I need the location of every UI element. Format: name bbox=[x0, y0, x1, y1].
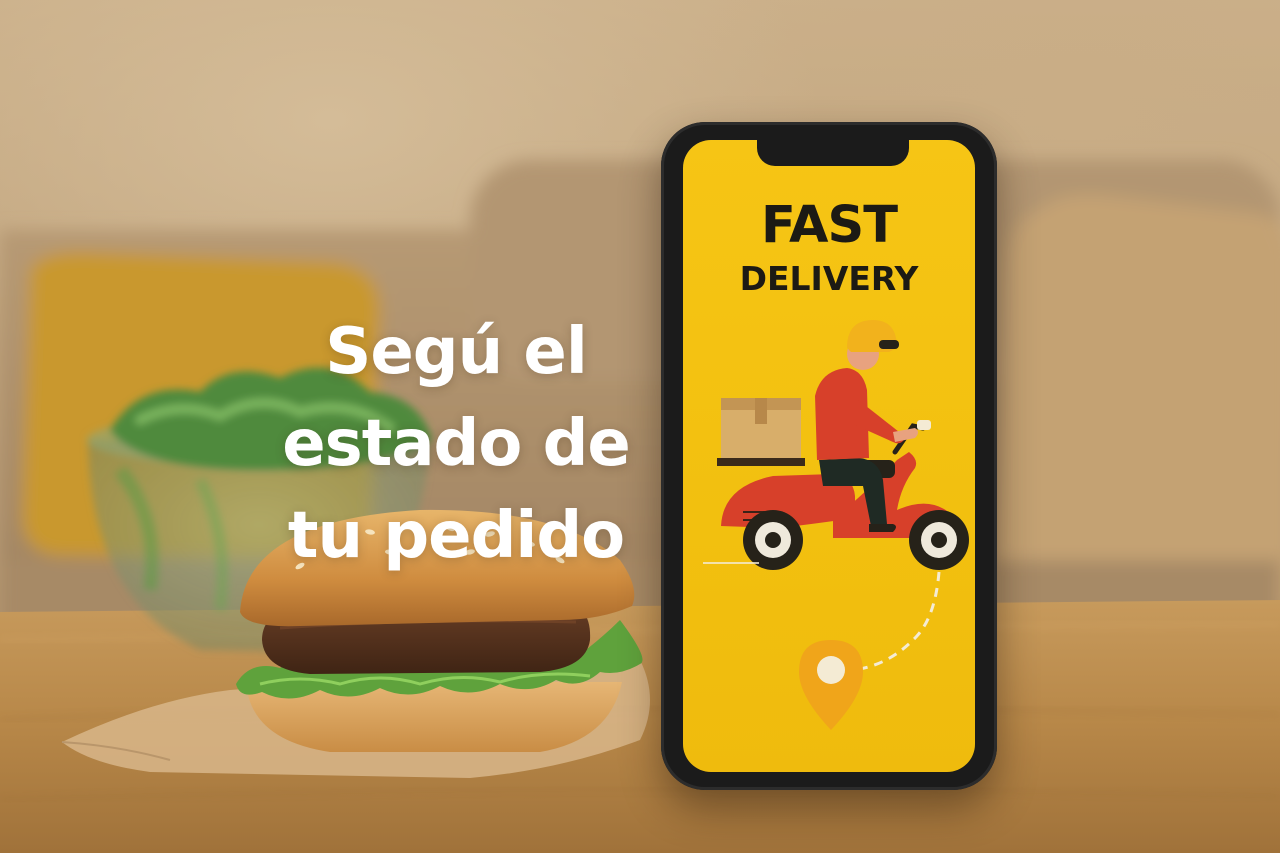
headline: Segú el estado de tu pedido bbox=[250, 306, 662, 582]
headline-line-3: tu pedido bbox=[287, 499, 625, 573]
delivery-illustration bbox=[703, 320, 969, 730]
scene: Segú el estado de tu pedido FAST DELIVER… bbox=[0, 0, 1280, 853]
package-box-icon bbox=[717, 398, 805, 466]
headline-line-1: Segú el bbox=[325, 315, 588, 389]
headline-line-2: estado de bbox=[282, 407, 631, 481]
phone-screen: FAST DELIVERY bbox=[683, 140, 975, 772]
location-pin-icon bbox=[799, 640, 863, 730]
smartphone: FAST DELIVERY bbox=[661, 122, 997, 790]
route-path bbox=[852, 571, 941, 672]
